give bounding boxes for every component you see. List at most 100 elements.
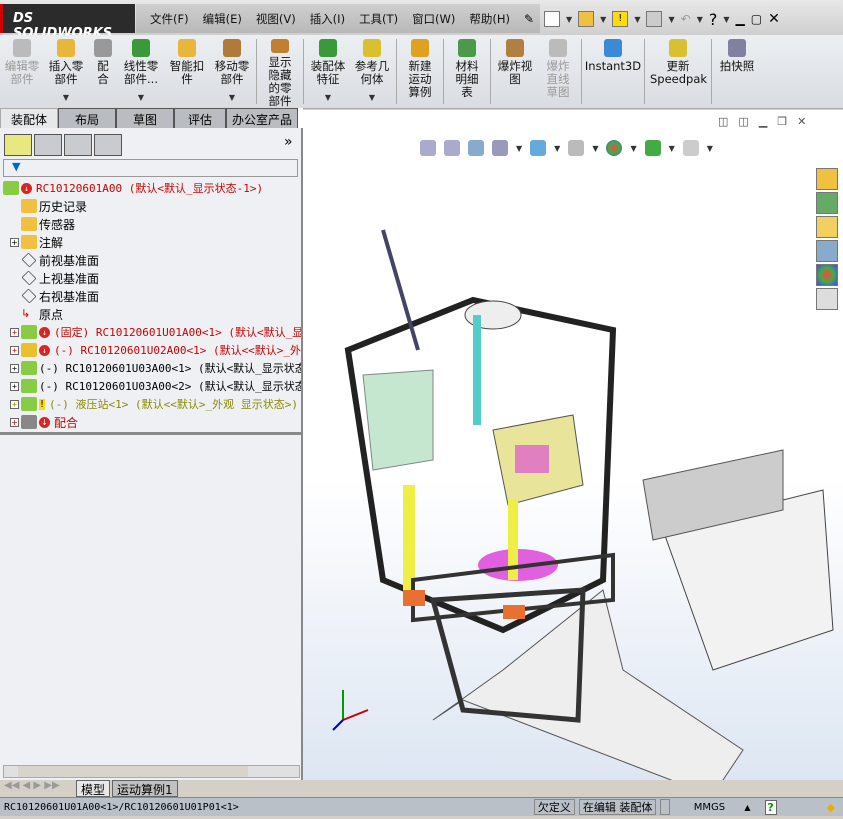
tab-scroll-arrows[interactable]: ◀◀ ◀ ▶ ▶▶ bbox=[4, 780, 74, 797]
appearances-icon[interactable] bbox=[816, 264, 838, 286]
smart-fasteners-button[interactable]: 智能扣件 bbox=[164, 35, 210, 108]
expand-panel-icon[interactable]: » bbox=[284, 134, 293, 156]
dropdown-icon[interactable]: ▼ bbox=[325, 91, 331, 104]
tab-motion-study[interactable]: 运动算例1 bbox=[112, 780, 178, 797]
help-icon[interactable]: ? bbox=[709, 10, 718, 29]
tab-model[interactable]: 模型 bbox=[76, 780, 111, 797]
dropdown-icon[interactable]: ▼ bbox=[63, 91, 69, 104]
design-library-icon[interactable] bbox=[816, 192, 838, 214]
view-orientation-icon[interactable] bbox=[530, 140, 547, 156]
displaymanager-tab-icon[interactable] bbox=[94, 134, 122, 156]
bom-button[interactable]: 材料明细表 bbox=[446, 35, 488, 108]
menu-view[interactable]: 视图(V) bbox=[256, 11, 296, 27]
tree-item-history[interactable]: 历史记录 bbox=[3, 197, 301, 215]
expand-icon[interactable]: + bbox=[10, 345, 19, 355]
instant3d-button[interactable]: Instant3D bbox=[584, 35, 642, 108]
units-menu-icon[interactable]: ▲ bbox=[744, 803, 750, 812]
expand-icon[interactable]: + bbox=[10, 237, 19, 247]
view-palette-icon[interactable] bbox=[816, 240, 838, 262]
tab-assembly[interactable]: 装配体 bbox=[0, 108, 58, 128]
exploded-view-button[interactable]: 爆炸视图 bbox=[493, 35, 537, 108]
filter-icon[interactable]: ▼ bbox=[12, 160, 20, 173]
print-icon[interactable] bbox=[646, 11, 663, 27]
new-file-icon[interactable] bbox=[544, 11, 560, 27]
configurationmanager-tab-icon[interactable] bbox=[64, 134, 92, 156]
tree-item-component[interactable]: + ↓ (固定) RC10120601U01A00<1> (默认<默认_显示状态-1… bbox=[3, 323, 301, 341]
menu-window[interactable]: 窗口(W) bbox=[412, 11, 455, 27]
undo-icon[interactable]: ↶ bbox=[681, 12, 691, 26]
tree-item-component[interactable]: +! (-) 液压站<1> (默认<<默认>_外观 显示状态>) bbox=[3, 395, 301, 413]
menu-help[interactable]: 帮助(H) bbox=[469, 11, 510, 27]
update-speedpak-button[interactable]: 更新Speedpak bbox=[647, 35, 709, 108]
doc-close-button[interactable]: ✕ bbox=[797, 115, 806, 128]
linear-pattern-button[interactable]: 线性零部件... ▼ bbox=[118, 35, 164, 108]
pin-icon[interactable]: ✎ bbox=[524, 12, 534, 26]
menu-edit[interactable]: 编辑(E) bbox=[203, 11, 242, 27]
take-snapshot-button[interactable]: 拍快照 bbox=[714, 35, 760, 108]
insert-component-button[interactable]: 插入零部件 ▼ bbox=[44, 35, 88, 108]
show-hidden-button[interactable]: 显示隐藏的零部件 bbox=[259, 35, 301, 108]
solidworks-logo[interactable]: DS SOLIDWORKS bbox=[0, 4, 135, 41]
expand-icon[interactable]: + bbox=[10, 381, 19, 391]
tree-item-right-plane[interactable]: 右视基准面 bbox=[3, 287, 301, 305]
tree-item-component[interactable]: + ↓ (-) RC10120601U02A00<1> (默认<<默认>_外观 显示… bbox=[3, 341, 301, 359]
display-style-icon[interactable] bbox=[568, 140, 585, 156]
section-view-icon[interactable] bbox=[492, 140, 508, 156]
expand-icon[interactable]: + bbox=[10, 327, 19, 337]
tree-item-annotations[interactable]: + 注解 bbox=[3, 233, 301, 251]
menu-tools[interactable]: 工具(T) bbox=[359, 11, 398, 27]
appearance-icon[interactable] bbox=[606, 140, 623, 156]
previous-view-icon[interactable] bbox=[468, 140, 484, 156]
tag-icon[interactable]: ◆ bbox=[827, 801, 835, 814]
tree-root[interactable]: ↓ RC10120601A00 (默认<默认_显示状态-1>) bbox=[3, 179, 301, 197]
status-units[interactable]: MMGS bbox=[674, 802, 744, 813]
tile-left-icon[interactable]: ◫ bbox=[718, 115, 728, 128]
view-settings-icon[interactable] bbox=[682, 140, 699, 156]
dropdown-icon[interactable]: ▼ bbox=[138, 91, 144, 104]
panel-splitter[interactable] bbox=[0, 432, 303, 435]
doc-restore-button[interactable]: ❐ bbox=[777, 115, 787, 128]
reference-geometry-button[interactable]: 参考几何体 ▼ bbox=[350, 35, 394, 108]
doc-minimize-button[interactable]: ▁ bbox=[759, 115, 767, 128]
featuremanager-tab-icon[interactable] bbox=[4, 134, 32, 156]
expand-icon[interactable]: + bbox=[10, 399, 19, 409]
open-file-icon[interactable] bbox=[578, 11, 595, 27]
tree-item-sensors[interactable]: 传感器 bbox=[3, 215, 301, 233]
tree-item-top-plane[interactable]: 上视基准面 bbox=[3, 269, 301, 287]
horizontal-scrollbar[interactable] bbox=[3, 765, 300, 778]
minimize-button[interactable]: ▁ bbox=[736, 12, 745, 26]
tree-filter[interactable]: ▼ bbox=[3, 159, 298, 177]
dropdown-icon[interactable]: ▼ bbox=[369, 91, 375, 104]
tree-item-front-plane[interactable]: 前视基准面 bbox=[3, 251, 301, 269]
edit-component-button[interactable]: 编辑零部件 bbox=[0, 35, 44, 108]
tab-layout[interactable]: 布局 bbox=[58, 108, 116, 128]
mate-button[interactable]: 配合 bbox=[88, 35, 118, 108]
tile-right-icon[interactable]: ◫ bbox=[738, 115, 748, 128]
new-motion-study-button[interactable]: 新建运动算例 bbox=[399, 35, 441, 108]
assembly-features-button[interactable]: 装配体特征 ▼ bbox=[306, 35, 350, 108]
propertymanager-tab-icon[interactable] bbox=[34, 134, 62, 156]
zoom-to-fit-icon[interactable] bbox=[420, 140, 436, 156]
tree-item-component[interactable]: + (-) RC10120601U03A00<2> (默认<默认_显示状态-1>) bbox=[3, 377, 301, 395]
tree-item-origin[interactable]: ↳ 原点 bbox=[3, 305, 301, 323]
menu-file[interactable]: 文件(F) bbox=[150, 11, 189, 27]
menu-insert[interactable]: 插入(I) bbox=[310, 11, 345, 27]
file-explorer-icon[interactable] bbox=[816, 216, 838, 238]
maximize-button[interactable]: ▢ bbox=[751, 12, 762, 26]
tab-office-products[interactable]: 办公室产品 bbox=[226, 108, 298, 128]
tab-sketch[interactable]: 草图 bbox=[116, 108, 174, 128]
rebuild-icon[interactable]: ! bbox=[612, 11, 629, 27]
move-component-button[interactable]: 移动零部件 ▼ bbox=[210, 35, 254, 108]
home-icon[interactable] bbox=[816, 168, 838, 190]
scroll-thumb[interactable] bbox=[18, 766, 248, 777]
expand-icon[interactable]: + bbox=[10, 363, 19, 373]
custom-properties-icon[interactable] bbox=[816, 288, 838, 310]
tree-item-mates[interactable]: + ↓ 配合 bbox=[3, 413, 301, 431]
close-button[interactable]: ✕ bbox=[768, 11, 780, 27]
graphics-viewport[interactable] bbox=[303, 110, 843, 801]
dropdown-icon[interactable]: ▼ bbox=[229, 91, 235, 104]
explode-line-sketch-button[interactable]: 爆炸直线草图 bbox=[537, 35, 579, 108]
scene-icon[interactable] bbox=[644, 140, 661, 156]
zoom-to-area-icon[interactable] bbox=[444, 140, 460, 156]
tab-evaluate[interactable]: 评估 bbox=[174, 108, 226, 128]
